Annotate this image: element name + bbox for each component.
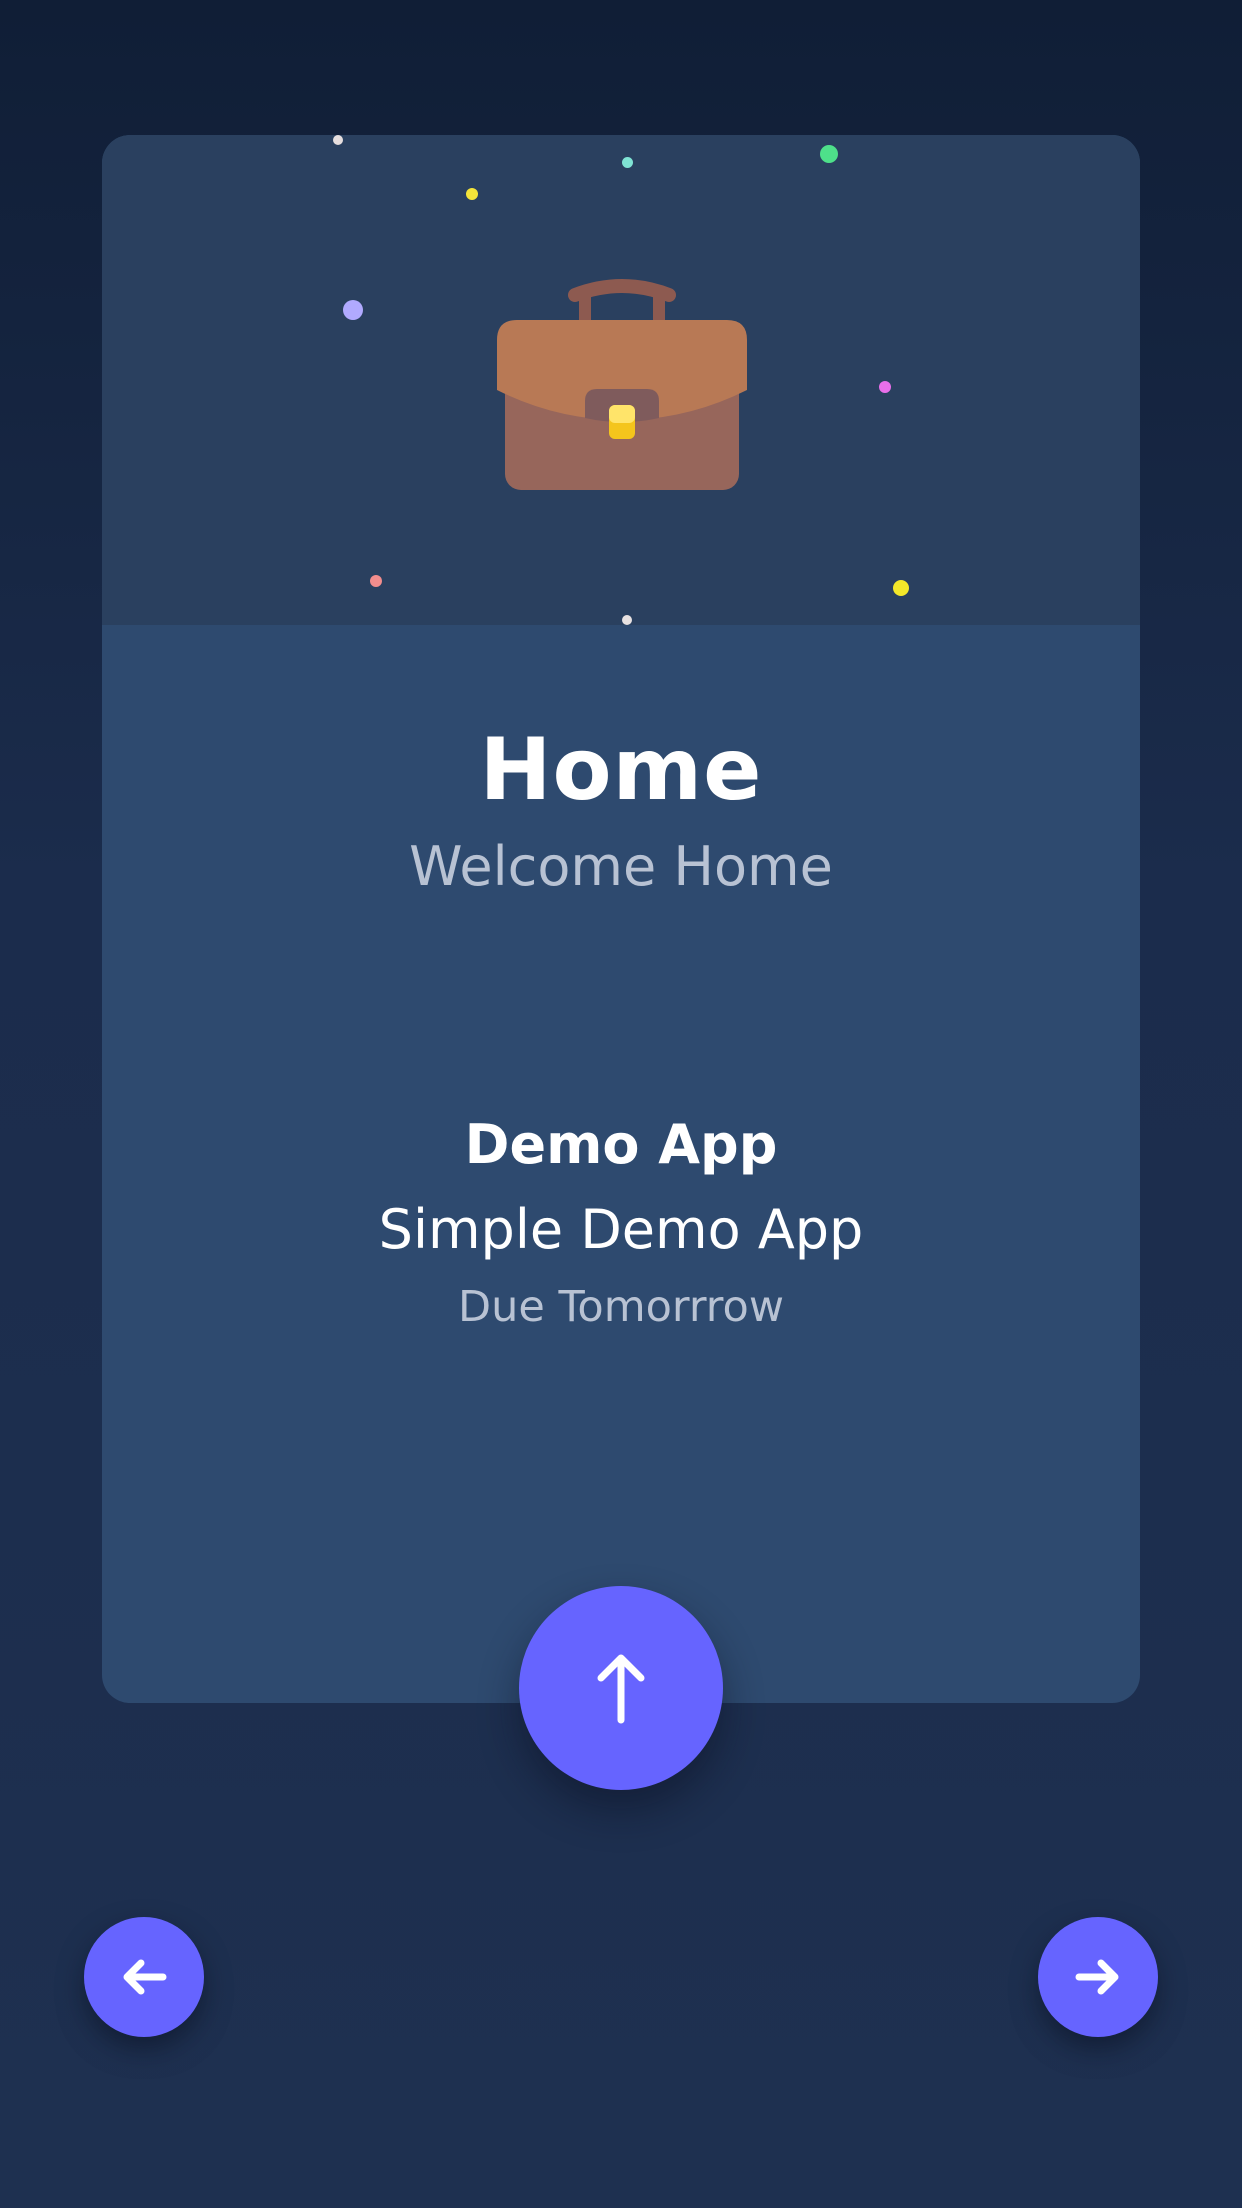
confetti-dot	[333, 135, 343, 145]
card-header-illustration	[102, 135, 1140, 625]
arrow-up-icon	[597, 1654, 645, 1724]
page-subtitle: Welcome Home	[409, 835, 833, 898]
confetti-dot	[820, 145, 838, 163]
app-description: Simple Demo App	[378, 1198, 864, 1261]
briefcase-icon	[497, 279, 747, 490]
confetti-dot	[343, 300, 363, 320]
confetti-dot	[466, 188, 478, 200]
previous-button[interactable]	[84, 1917, 204, 2037]
confetti-dot	[893, 580, 909, 596]
confetti-dot	[879, 381, 891, 393]
arrow-left-icon	[123, 1959, 167, 1995]
next-button[interactable]	[1038, 1917, 1158, 2037]
home-card: Home Welcome Home Demo App Simple Demo A…	[102, 135, 1140, 1703]
confetti-dot	[370, 575, 382, 587]
app-name: Demo App	[464, 1113, 778, 1176]
page-title: Home	[479, 720, 763, 820]
app-due-label: Due Tomorrrow	[457, 1282, 784, 1332]
arrow-right-icon	[1075, 1959, 1119, 1995]
scroll-up-button[interactable]	[519, 1586, 723, 1790]
confetti-dot	[622, 157, 633, 168]
confetti-dot	[622, 615, 632, 625]
